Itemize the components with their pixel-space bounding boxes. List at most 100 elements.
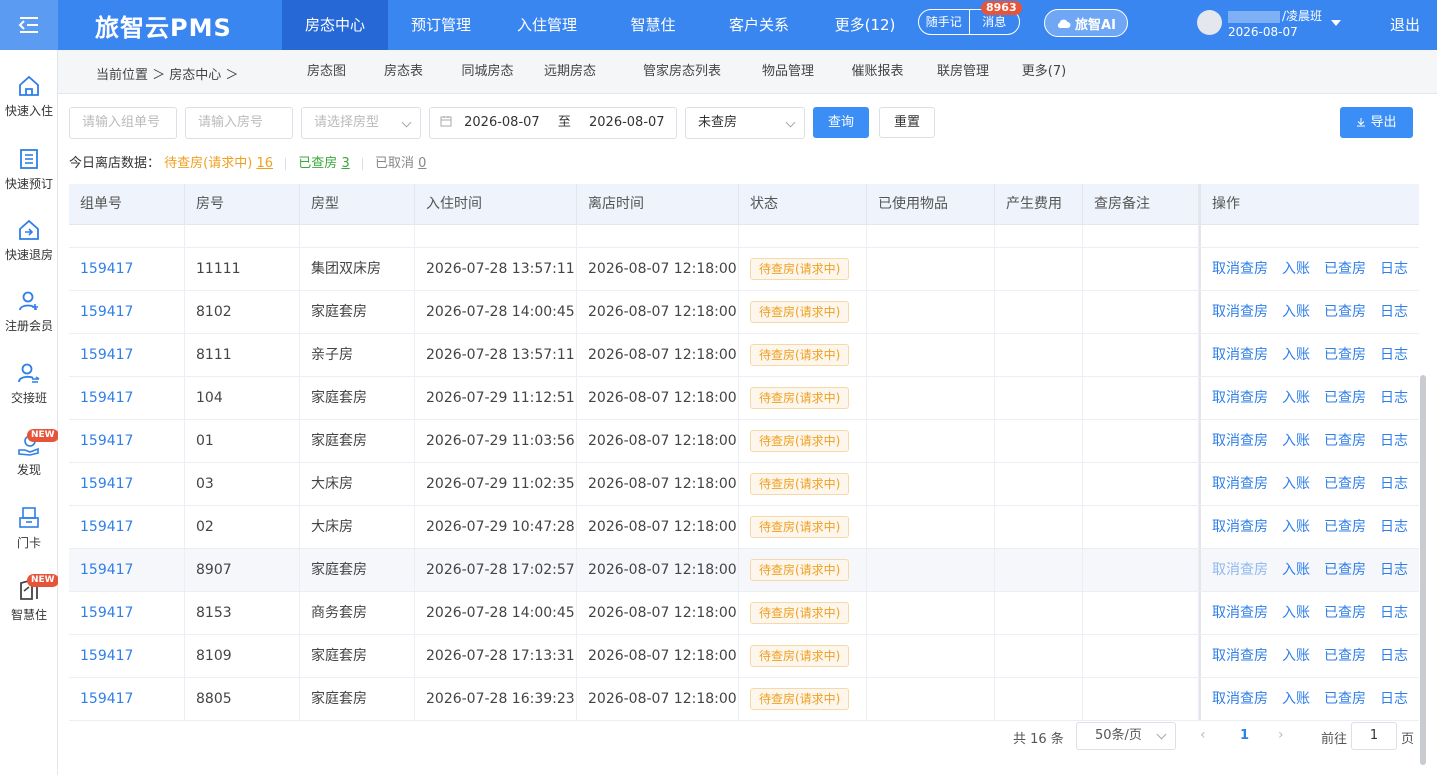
subnav-dunning-report[interactable]: 催账报表 (819, 50, 936, 94)
export-button[interactable]: 导出 (1340, 107, 1413, 138)
cell-order[interactable]: 159417 (69, 506, 185, 548)
avatar[interactable] (1197, 10, 1222, 35)
table-row[interactable]: 159417 03 大床房 2026-07-29 11:02:35 2026-08-07… (69, 463, 1419, 506)
log-link[interactable]: 日志 (1380, 390, 1408, 406)
query-button[interactable]: 查询 (813, 107, 869, 138)
post-charge-link[interactable]: 入账 (1282, 648, 1310, 664)
post-charge-link[interactable]: 入账 (1282, 691, 1310, 707)
mark-inspected-link[interactable]: 已查房 (1324, 433, 1366, 449)
post-charge-link[interactable]: 入账 (1282, 304, 1310, 320)
menu-toggle-icon[interactable] (0, 0, 58, 50)
mark-inspected-link[interactable]: 已查房 (1324, 562, 1366, 578)
post-charge-link[interactable]: 入账 (1282, 390, 1310, 406)
subnav-goods[interactable]: 物品管理 (757, 50, 819, 94)
mark-inspected-link[interactable]: 已查房 (1324, 390, 1366, 406)
date-range-picker[interactable]: 2026-08-07 至 2026-08-07 (429, 107, 677, 139)
subnav-future-rooms[interactable]: 远期房态 (533, 50, 607, 94)
log-link[interactable]: 日志 (1380, 261, 1408, 277)
subnav-city-rooms[interactable]: 同城房态 (442, 50, 533, 94)
nav-smart-stay[interactable]: 智慧住 (600, 0, 706, 50)
mark-inspected-link[interactable]: 已查房 (1324, 261, 1366, 277)
status-select[interactable]: 未查房 (685, 107, 805, 139)
room-number-input[interactable]: 请输入房号 (185, 107, 293, 139)
log-link[interactable]: 日志 (1380, 476, 1408, 492)
subnav-housekeeper-list[interactable]: 管家房态列表 (607, 50, 757, 94)
log-link[interactable]: 日志 (1380, 562, 1408, 578)
post-charge-link[interactable]: 入账 (1282, 261, 1310, 277)
table-row[interactable]: 159417 104 家庭套房 2026-07-29 11:12:51 2026-08-… (69, 377, 1419, 420)
next-page-icon[interactable]: › (1278, 727, 1284, 743)
log-link[interactable]: 日志 (1380, 691, 1408, 707)
sidebar-item-quick-checkout[interactable]: 快速退房 (0, 218, 58, 263)
post-charge-link[interactable]: 入账 (1282, 476, 1310, 492)
ai-assistant-button[interactable]: 旅智AI (1044, 9, 1128, 37)
table-row[interactable]: 159417 01 家庭套房 2026-07-29 11:03:56 2026-08-0… (69, 420, 1419, 463)
post-charge-link[interactable]: 入账 (1282, 519, 1310, 535)
nav-more[interactable]: 更多(12) (812, 0, 918, 50)
sidebar-item-shift-handover[interactable]: 交接班 (0, 361, 58, 406)
cancel-inspection-link[interactable]: 取消查房 (1212, 562, 1268, 578)
post-charge-link[interactable]: 入账 (1282, 347, 1310, 363)
log-link[interactable]: 日志 (1380, 347, 1408, 363)
sidebar-item-smart-stay[interactable]: NEW 智慧住 (0, 574, 59, 623)
log-link[interactable]: 日志 (1380, 304, 1408, 320)
reset-button[interactable]: 重置 (879, 107, 935, 138)
log-link[interactable]: 日志 (1380, 648, 1408, 664)
table-row[interactable]: 159417 8109 家庭套房 2026-07-28 17:13:31 2026-08… (69, 635, 1419, 678)
scrollbar[interactable] (1420, 375, 1426, 765)
cancel-inspection-link[interactable]: 取消查房 (1212, 476, 1268, 492)
table-row[interactable]: 159417 11111 集团双床房 2026-07-28 13:57:11 2026-… (69, 248, 1419, 291)
goto-page-input[interactable]: 1 (1351, 722, 1397, 750)
cell-order[interactable]: 159417 (69, 463, 185, 505)
subnav-room-table[interactable]: 房态表 (365, 50, 442, 94)
nav-reservation[interactable]: 预订管理 (388, 0, 494, 50)
cancel-inspection-link[interactable]: 取消查房 (1212, 605, 1268, 621)
post-charge-link[interactable]: 入账 (1282, 562, 1310, 578)
log-link[interactable]: 日志 (1380, 519, 1408, 535)
sidebar-item-door-card[interactable]: 门卡 (0, 506, 58, 551)
cell-order[interactable]: 159417 (69, 334, 185, 376)
cancel-inspection-link[interactable]: 取消查房 (1212, 347, 1268, 363)
sidebar-item-quick-booking[interactable]: 快速预订 (0, 147, 58, 192)
logout-button[interactable]: 退出 (1390, 14, 1420, 35)
mark-inspected-link[interactable]: 已查房 (1324, 304, 1366, 320)
cancel-inspection-link[interactable]: 取消查房 (1212, 261, 1268, 277)
table-row[interactable]: 159417 8111 亲子房 2026-07-28 13:57:11 2026-08-… (69, 334, 1419, 377)
table-row[interactable]: 159417 8153 商务套房 2026-07-28 14:00:45 2026-08… (69, 592, 1419, 635)
prev-page-icon[interactable]: ‹ (1200, 727, 1206, 743)
cancel-inspection-link[interactable]: 取消查房 (1212, 433, 1268, 449)
page-size-select[interactable]: 50条/页 (1076, 722, 1176, 750)
current-page[interactable]: 1 (1240, 728, 1249, 743)
mark-inspected-link[interactable]: 已查房 (1324, 605, 1366, 621)
sidebar-item-discover[interactable]: NEW 发现 (0, 429, 59, 478)
subnav-room-map[interactable]: 房态图 (288, 50, 365, 94)
cancel-inspection-link[interactable]: 取消查房 (1212, 519, 1268, 535)
table-row[interactable]: 159417 02 大床房 2026-07-29 10:47:28 2026-08-07… (69, 506, 1419, 549)
cancelled-count[interactable]: 0 (418, 156, 426, 171)
cell-order[interactable]: 159417 (69, 377, 185, 419)
subnav-linked-rooms[interactable]: 联房管理 (936, 50, 990, 94)
cell-order[interactable]: 159417 (69, 420, 185, 462)
cancel-inspection-link[interactable]: 取消查房 (1212, 648, 1268, 664)
mark-inspected-link[interactable]: 已查房 (1324, 691, 1366, 707)
subnav-more[interactable]: 更多(7) (990, 50, 1098, 94)
mark-inspected-link[interactable]: 已查房 (1324, 648, 1366, 664)
cell-order[interactable]: 159417 (69, 592, 185, 634)
cell-order[interactable]: 159417 (69, 549, 185, 591)
post-charge-link[interactable]: 入账 (1282, 433, 1310, 449)
cancel-inspection-link[interactable]: 取消查房 (1212, 390, 1268, 406)
nav-checkin[interactable]: 入住管理 (494, 0, 600, 50)
table-row[interactable]: 159417 8102 家庭套房 2026-07-28 14:00:45 2026-08… (69, 291, 1419, 334)
log-link[interactable]: 日志 (1380, 433, 1408, 449)
sidebar-item-quick-checkin[interactable]: 快速入住 (0, 74, 58, 119)
mark-inspected-link[interactable]: 已查房 (1324, 476, 1366, 492)
cell-order[interactable]: 159417 (69, 248, 185, 290)
chevron-down-icon[interactable] (1331, 20, 1341, 26)
cell-order[interactable]: 159417 (69, 635, 185, 677)
pending-inspection-count[interactable]: 16 (256, 156, 273, 171)
post-charge-link[interactable]: 入账 (1282, 605, 1310, 621)
room-type-select[interactable]: 请选择房型 (301, 107, 421, 139)
mark-inspected-link[interactable]: 已查房 (1324, 347, 1366, 363)
nav-crm[interactable]: 客户关系 (706, 0, 812, 50)
order-number-input[interactable]: 请输入组单号 (69, 107, 177, 139)
